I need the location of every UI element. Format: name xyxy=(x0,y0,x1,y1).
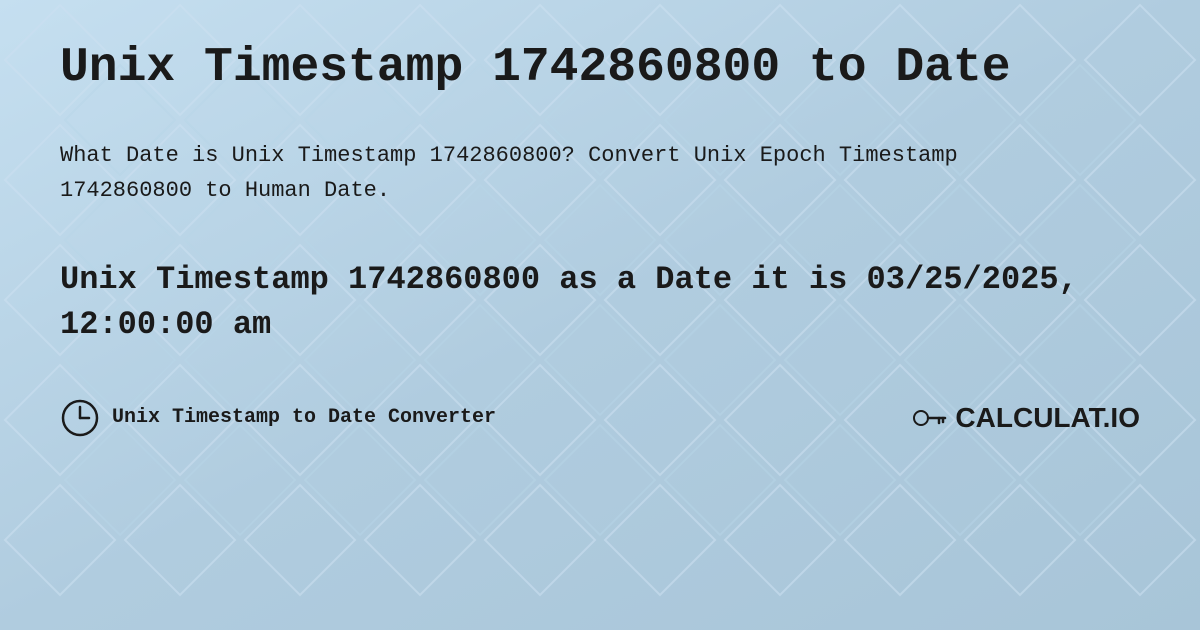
logo-text: CALCULAT.IO xyxy=(955,402,1140,434)
footer-label: Unix Timestamp to Date Converter xyxy=(112,406,496,429)
logo: CALCULAT.IO xyxy=(911,400,1140,436)
page-description: What Date is Unix Timestamp 1742860800? … xyxy=(60,138,960,208)
page-title: Unix Timestamp 1742860800 to Date xyxy=(60,40,1140,98)
result-text: Unix Timestamp 1742860800 as a Date it i… xyxy=(60,258,1140,348)
result-section: Unix Timestamp 1742860800 as a Date it i… xyxy=(60,258,1140,348)
footer-left: Unix Timestamp to Date Converter xyxy=(60,398,496,438)
clock-icon xyxy=(60,398,100,438)
footer: Unix Timestamp to Date Converter CALCULA… xyxy=(60,398,1140,438)
logo-icon xyxy=(911,400,947,436)
